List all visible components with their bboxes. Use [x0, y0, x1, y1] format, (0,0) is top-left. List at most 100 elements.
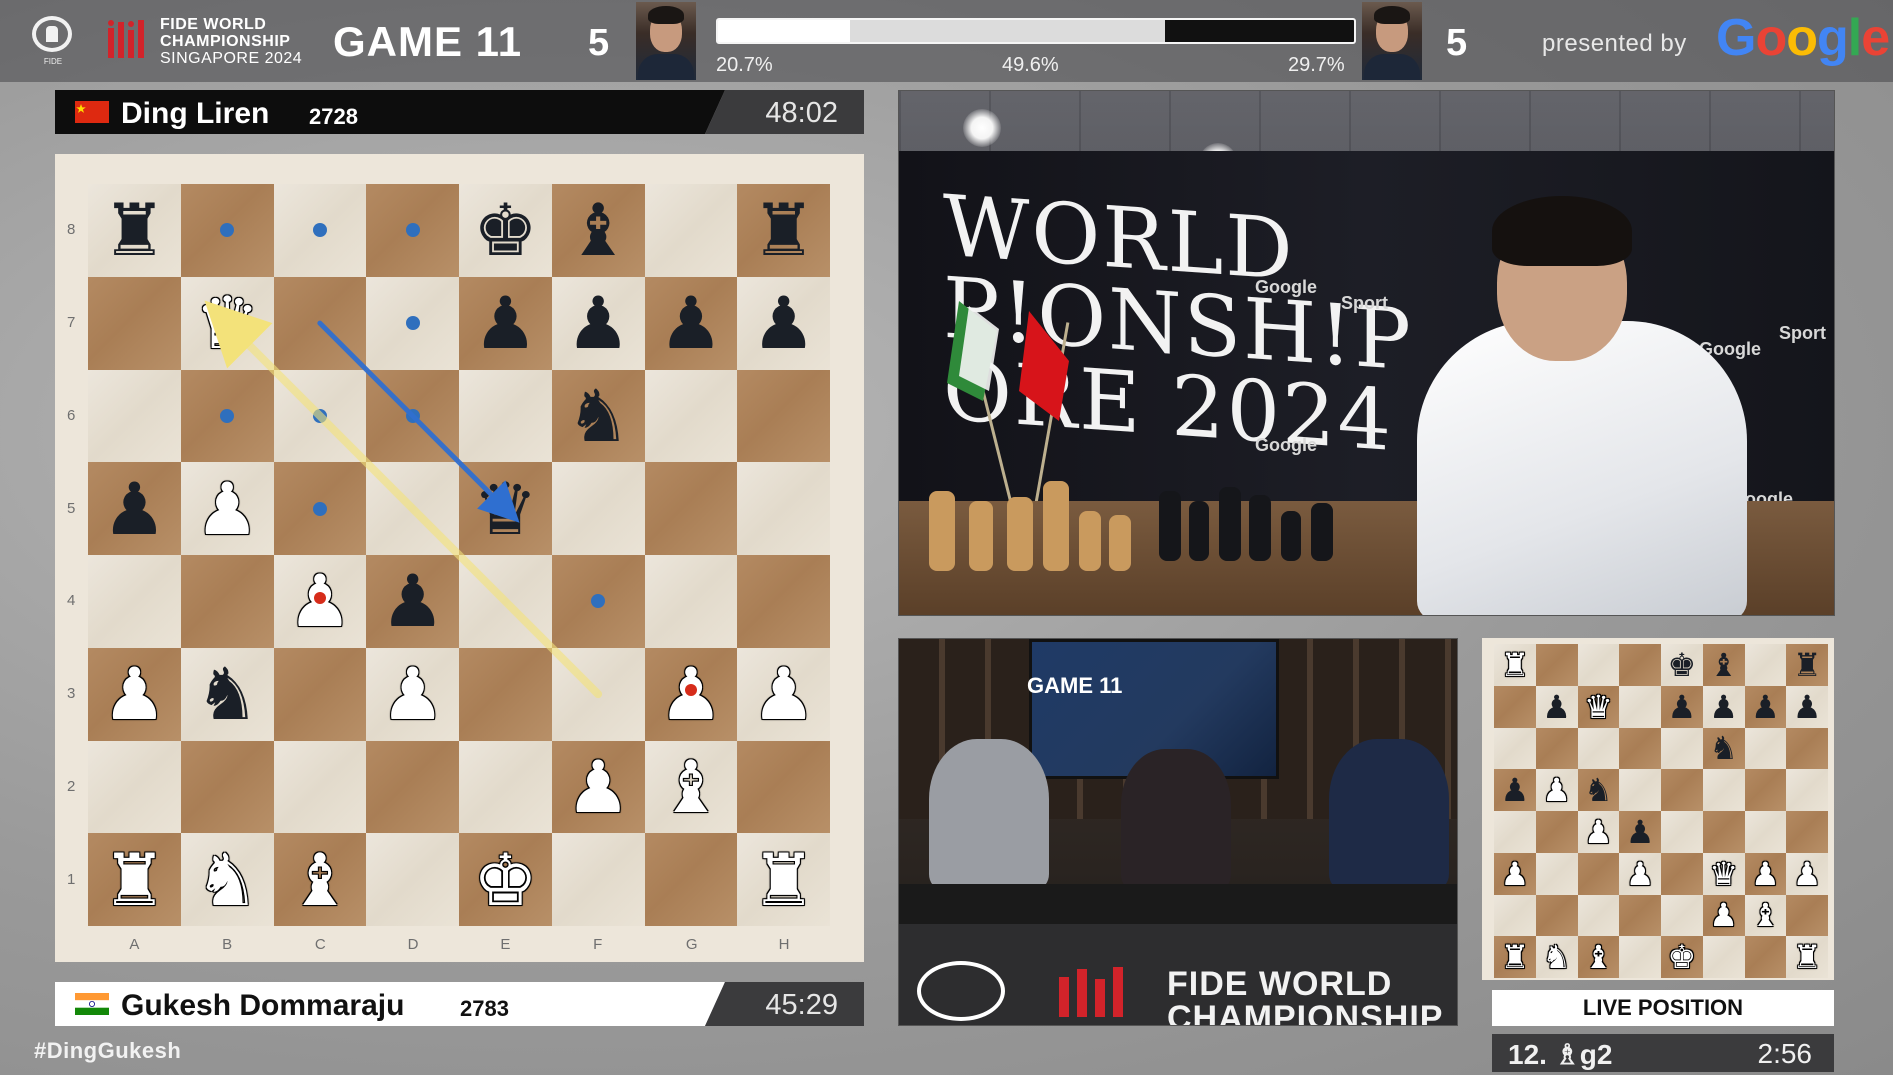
white-knight-icon[interactable]: ♞: [1536, 936, 1578, 978]
board-square-e6[interactable]: [1661, 727, 1703, 770]
board-square-g4[interactable]: [644, 555, 738, 648]
board-square-e2[interactable]: [1661, 894, 1703, 937]
black-pawn-icon[interactable]: ♟: [1786, 686, 1828, 728]
board-square-g1[interactable]: [644, 833, 738, 926]
legal-move-dot[interactable]: [591, 594, 606, 609]
board-square-a4[interactable]: [1494, 811, 1536, 853]
legal-move-dot[interactable]: [220, 408, 235, 423]
board-square-c1[interactable]: ♝: [273, 833, 367, 926]
black-pawn-icon[interactable]: ♟: [366, 555, 459, 648]
board-square-a6[interactable]: [1494, 727, 1536, 770]
legal-move-dot[interactable]: [312, 223, 327, 238]
board-square-b4[interactable]: [180, 555, 274, 648]
board-square-h5[interactable]: [1786, 769, 1828, 811]
board-square-f2[interactable]: ♟: [1702, 894, 1745, 937]
black-bishop-icon[interactable]: ♝: [552, 184, 645, 277]
board-square-e6[interactable]: [459, 369, 552, 463]
board-square-b2[interactable]: [1535, 894, 1578, 937]
board-square-g8[interactable]: [644, 184, 738, 277]
board-square-e5[interactable]: [1661, 769, 1703, 811]
board-square-d6[interactable]: [366, 369, 459, 463]
white-bishop-icon[interactable]: ♝: [1578, 936, 1620, 978]
board-square-c6[interactable]: [1577, 727, 1620, 770]
board-square-c7[interactable]: ♛: [1577, 685, 1620, 728]
board-square-c4[interactable]: ♟: [273, 555, 367, 648]
board-square-b5[interactable]: ♟: [1535, 769, 1578, 811]
board-square-e5[interactable]: ♛: [459, 462, 552, 555]
board-square-d8[interactable]: [366, 184, 459, 277]
black-pawn-icon[interactable]: ♟: [1494, 769, 1536, 811]
white-rook-icon[interactable]: ♜: [737, 833, 830, 926]
board-square-h5[interactable]: [737, 462, 830, 555]
board-square-g2[interactable]: ♝: [1744, 894, 1787, 937]
board-square-d7[interactable]: [366, 276, 459, 370]
board-square-g5[interactable]: [644, 462, 738, 555]
board-square-e7[interactable]: ♟: [1661, 685, 1703, 728]
board-square-e1[interactable]: ♚: [1661, 936, 1703, 978]
board-square-e4[interactable]: [1661, 811, 1703, 853]
white-pawn-icon[interactable]: ♟: [737, 648, 830, 741]
board-square-h4[interactable]: [1786, 811, 1828, 853]
board-square-d5[interactable]: [1619, 769, 1661, 811]
white-pawn-icon[interactable]: ♟: [552, 741, 645, 834]
board-square-a2[interactable]: [1494, 894, 1536, 937]
board-square-h2[interactable]: [737, 740, 830, 834]
board-square-g2[interactable]: ♝: [644, 740, 738, 834]
white-rook-icon[interactable]: ♜: [88, 833, 181, 926]
white-pawn-icon[interactable]: ♟: [1494, 853, 1536, 895]
board-square-a8[interactable]: ♜: [88, 184, 181, 277]
board-square-f3[interactable]: ♛: [1702, 852, 1745, 895]
board-square-f1[interactable]: [1702, 936, 1745, 978]
board-square-b4[interactable]: [1535, 811, 1578, 853]
board-square-d3[interactable]: ♟: [1619, 852, 1661, 895]
board-square-a7[interactable]: [88, 276, 181, 370]
board-square-h2[interactable]: [1786, 894, 1828, 937]
black-knight-icon[interactable]: ♞: [1703, 728, 1745, 770]
black-knight-icon[interactable]: ♞: [181, 648, 274, 741]
board-square-h1[interactable]: ♜: [737, 833, 830, 926]
board-square-b8[interactable]: [1535, 644, 1578, 686]
board-square-f4[interactable]: [551, 555, 645, 648]
board-square-e8[interactable]: ♚: [459, 184, 552, 277]
board-square-g8[interactable]: [1744, 644, 1787, 686]
legal-move-dot[interactable]: [405, 316, 420, 331]
board-square-c2[interactable]: [1577, 894, 1620, 937]
white-bishop-icon[interactable]: ♝: [645, 741, 738, 834]
legal-move-dot[interactable]: [405, 223, 420, 238]
board-square-h4[interactable]: [737, 555, 830, 648]
board-square-h8[interactable]: ♜: [1786, 644, 1828, 686]
board-square-g4[interactable]: [1744, 811, 1787, 853]
board-square-f5[interactable]: [551, 462, 645, 555]
board-square-d3[interactable]: ♟: [366, 647, 459, 741]
board-square-g7[interactable]: ♟: [644, 276, 738, 370]
board-square-f7[interactable]: ♟: [1702, 685, 1745, 728]
board-square-c8[interactable]: [273, 184, 367, 277]
board-square-e3[interactable]: [1661, 852, 1703, 895]
black-king-icon[interactable]: ♚: [459, 184, 552, 277]
board-square-b8[interactable]: [180, 184, 274, 277]
black-knight-icon[interactable]: ♞: [1578, 769, 1620, 811]
legal-move-dot[interactable]: [312, 408, 327, 423]
board-square-d1[interactable]: [1619, 936, 1661, 978]
board-square-h3[interactable]: ♟: [737, 647, 830, 741]
board-square-d4[interactable]: ♟: [366, 555, 459, 648]
board-square-c5[interactable]: ♞: [1577, 769, 1620, 811]
board-square-f4[interactable]: [1702, 811, 1745, 853]
board-square-e4[interactable]: [459, 555, 552, 648]
black-pawn-icon[interactable]: ♟: [1619, 811, 1661, 853]
board-square-h7[interactable]: ♟: [1786, 685, 1828, 728]
board-square-a5[interactable]: ♟: [1494, 769, 1536, 811]
board-square-f8[interactable]: ♝: [551, 184, 645, 277]
board-square-h3[interactable]: ♟: [1786, 852, 1828, 895]
board-square-e8[interactable]: ♚: [1661, 644, 1703, 686]
white-bishop-icon[interactable]: ♝: [1745, 895, 1787, 937]
board-square-h8[interactable]: ♜: [737, 184, 830, 277]
black-rook-icon[interactable]: ♜: [88, 184, 181, 277]
legal-move-dot[interactable]: [220, 223, 235, 238]
board-square-b2[interactable]: [180, 740, 274, 834]
board-square-a1[interactable]: ♜: [1494, 936, 1536, 978]
board-square-b5[interactable]: ♟: [180, 462, 274, 555]
board-square-a5[interactable]: ♟: [88, 462, 181, 555]
black-knight-icon[interactable]: ♞: [552, 370, 645, 463]
white-rook-icon[interactable]: ♜: [1494, 644, 1536, 686]
